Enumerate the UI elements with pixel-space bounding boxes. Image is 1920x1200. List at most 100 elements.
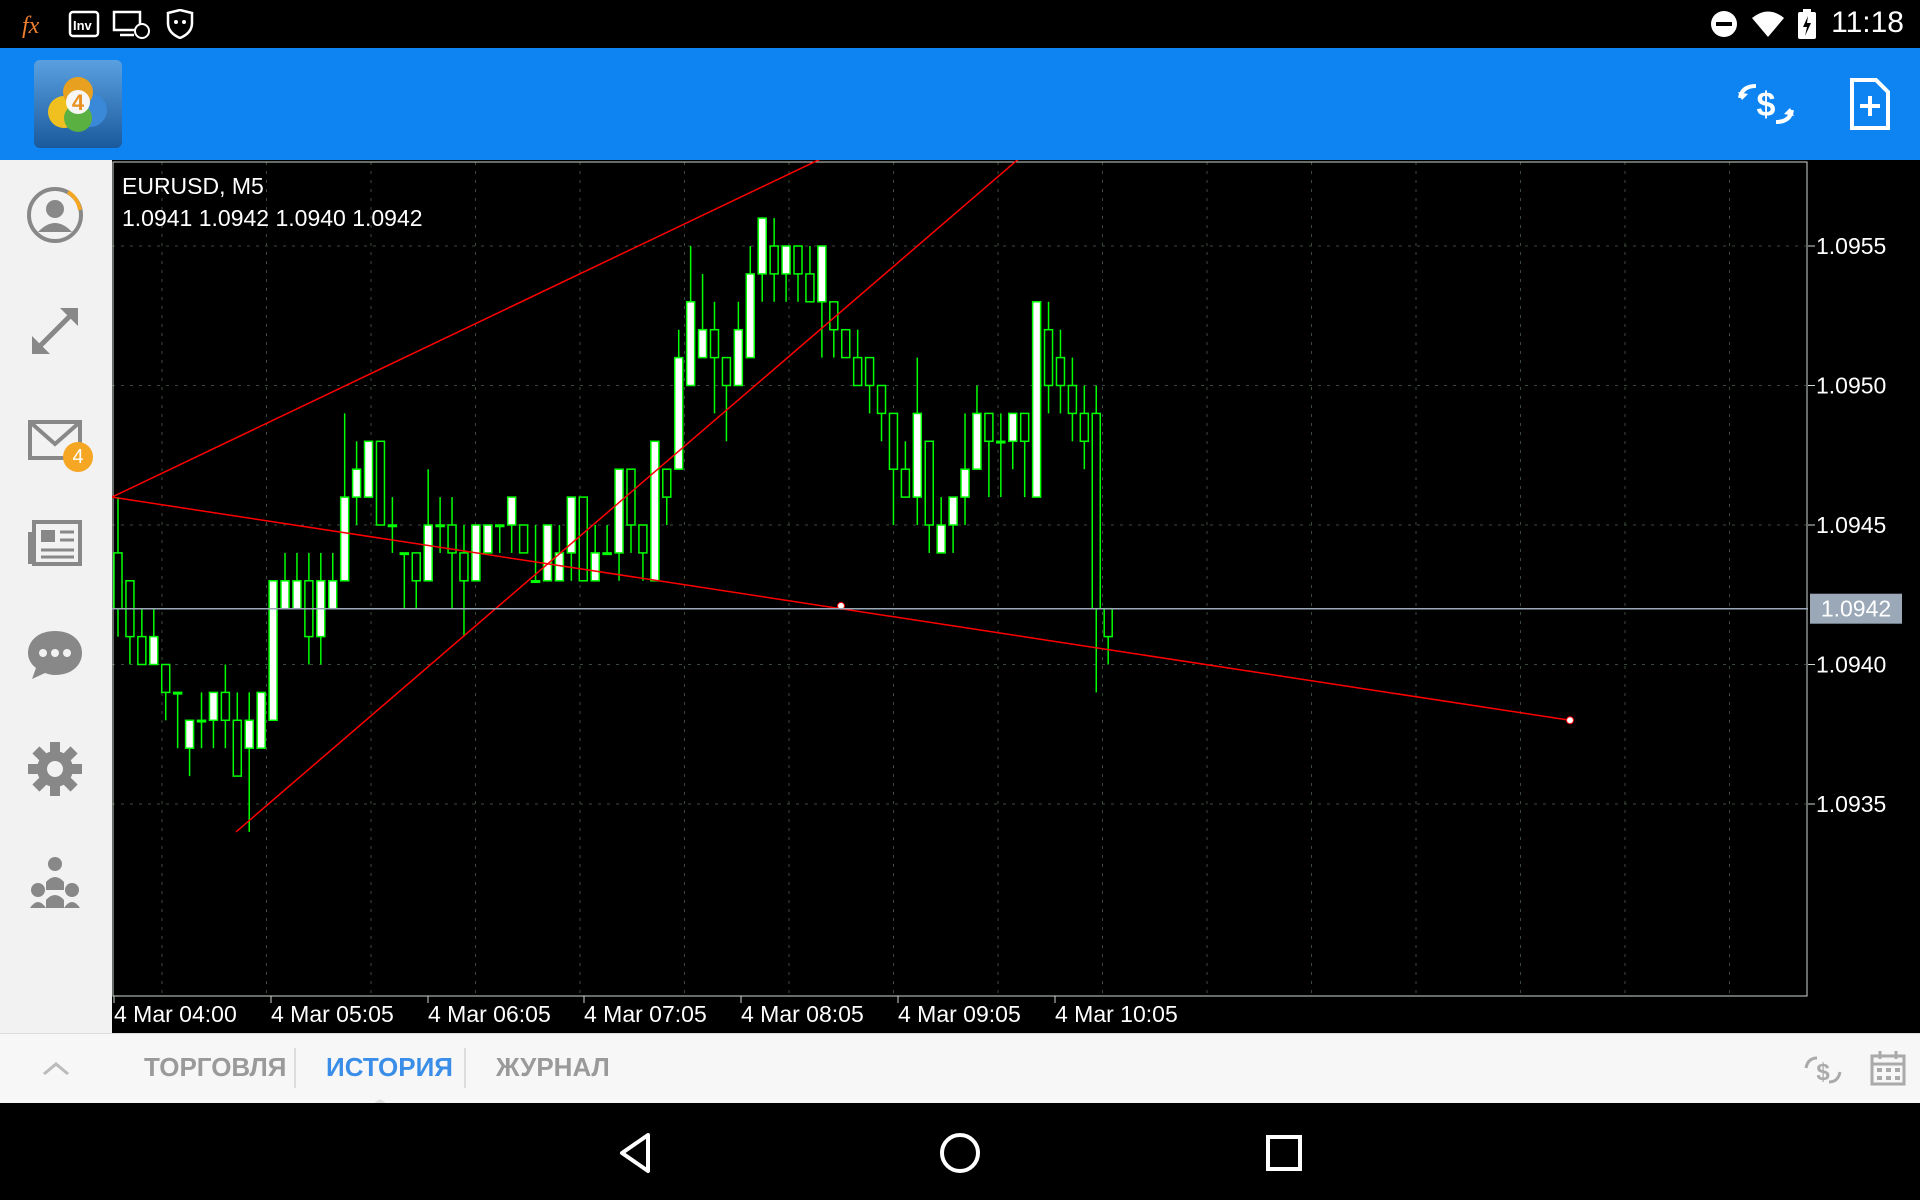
x-tick-label: 4 Mar 10:05 xyxy=(1055,1001,1178,1027)
news-icon[interactable] xyxy=(24,512,86,574)
candle-body-bear xyxy=(852,356,863,387)
y-tick-label: 1.0955 xyxy=(1816,233,1886,259)
candle xyxy=(602,525,612,556)
account-icon[interactable] xyxy=(24,184,86,246)
candle xyxy=(840,328,851,359)
candle xyxy=(900,441,911,498)
chevron-up-icon[interactable] xyxy=(40,1056,72,1080)
candle xyxy=(864,356,875,414)
candle-body-bear xyxy=(888,412,899,470)
candle xyxy=(650,440,660,582)
candle-body-bull xyxy=(972,412,982,470)
candle xyxy=(1055,329,1066,414)
candle-body-bear xyxy=(805,273,815,303)
community-icon[interactable] xyxy=(24,850,86,912)
status-bar: fx Inv 11:18 xyxy=(0,0,1920,48)
x-tick-label: 4 Mar 06:05 xyxy=(428,1001,551,1027)
price-chart[interactable]: 1.0955 1.0950 1.0945 1.0940 1.0935 4 Mar 04:… xyxy=(112,160,1920,1033)
candle xyxy=(745,246,756,359)
candle-body-bear xyxy=(232,719,243,777)
candle xyxy=(876,384,887,442)
candle xyxy=(685,246,696,387)
candle-body-bull xyxy=(650,440,660,582)
candle-body-bear xyxy=(113,552,123,610)
candle-body-bear xyxy=(840,328,851,359)
new-document-icon[interactable] xyxy=(1836,72,1900,136)
x-tick-label: 4 Mar 07:05 xyxy=(584,1001,707,1027)
candle xyxy=(924,440,934,553)
candle xyxy=(1091,385,1102,693)
candle-body-bull xyxy=(697,328,708,359)
home-icon[interactable] xyxy=(932,1125,988,1181)
candle-body-bear xyxy=(1067,384,1078,415)
x-tick-label: 4 Mar 05:05 xyxy=(271,1001,394,1027)
trade-dollar-icon[interactable]: $ xyxy=(1734,72,1798,136)
metatrader-logo[interactable]: 4 xyxy=(34,60,122,148)
chart-canvas[interactable]: 1.0955 1.0950 1.0945 1.0940 1.0935 4 Mar 04:… xyxy=(112,160,1920,1033)
candle xyxy=(1079,385,1090,470)
candle xyxy=(662,468,672,525)
tab-history[interactable]: ИСТОРИЯ xyxy=(326,1052,453,1083)
battery-charging-icon xyxy=(1796,8,1818,40)
svg-text:$: $ xyxy=(1816,1059,1830,1086)
candle-body-bear xyxy=(137,635,147,666)
svg-text:Inv: Inv xyxy=(73,18,93,33)
tab-trade[interactable]: ТОРГОВЛЯ xyxy=(144,1052,286,1083)
candle xyxy=(399,552,410,609)
chat-icon[interactable] xyxy=(24,623,86,685)
chart-symbol-title: EURUSD, M5 xyxy=(122,173,264,199)
fx-icon: fx xyxy=(20,8,54,40)
chart-frame xyxy=(112,161,1808,997)
trade-dollar-icon[interactable]: $ xyxy=(1802,1050,1844,1090)
candle xyxy=(459,525,469,637)
current-price-label: 1.0942 xyxy=(1821,596,1891,622)
candle-body-bull xyxy=(399,552,410,556)
candle xyxy=(363,440,374,498)
y-tick-label: 1.0940 xyxy=(1816,652,1886,678)
candle xyxy=(948,496,958,553)
candle xyxy=(387,497,398,553)
candle xyxy=(888,412,899,525)
candle-body-bear xyxy=(638,524,648,554)
candle-body-bull xyxy=(184,719,195,749)
candle xyxy=(375,440,386,526)
candle xyxy=(113,497,123,637)
candle-body-bull xyxy=(208,691,219,722)
candle-body-bear xyxy=(626,468,636,526)
candle-body-bull xyxy=(912,412,923,498)
candle xyxy=(590,525,600,582)
inv-icon: Inv xyxy=(68,8,100,40)
candle-body-bull xyxy=(602,552,612,556)
candle xyxy=(327,552,338,610)
candle-body-bear xyxy=(1019,412,1030,443)
candle-body-bull xyxy=(1031,301,1042,498)
candle-body-bull xyxy=(363,440,374,498)
trade-arrows-icon[interactable] xyxy=(24,300,86,362)
candle xyxy=(125,580,135,665)
candle-body-bear xyxy=(924,440,934,526)
candle xyxy=(447,497,457,609)
x-tick-label: 4 Mar 09:05 xyxy=(898,1001,1021,1027)
tab-journal[interactable]: ЖУРНАЛ xyxy=(496,1052,610,1083)
candle-body-bull xyxy=(936,524,946,554)
candle xyxy=(793,245,803,302)
candle xyxy=(423,469,433,582)
candle xyxy=(733,301,744,387)
x-tick-label: 4 Mar 04:00 xyxy=(114,1001,237,1027)
candle-body-bull xyxy=(423,524,433,582)
svg-text:$: $ xyxy=(1757,86,1776,124)
candle-body-bull xyxy=(327,580,338,610)
candle-body-bear xyxy=(984,412,994,443)
candle xyxy=(196,692,207,749)
candle xyxy=(280,552,290,610)
chart-ohlc-values: 1.0941 1.0942 1.0940 1.0942 xyxy=(122,205,423,231)
tab-divider xyxy=(294,1048,296,1088)
back-icon[interactable] xyxy=(608,1125,664,1181)
y-tick-label: 1.0935 xyxy=(1816,791,1886,817)
candle-body-bear xyxy=(1043,328,1054,387)
settings-icon[interactable] xyxy=(24,738,86,800)
recent-apps-icon[interactable] xyxy=(1256,1125,1312,1181)
candle xyxy=(411,552,421,609)
calendar-icon[interactable] xyxy=(1868,1048,1908,1088)
candle xyxy=(256,691,266,749)
